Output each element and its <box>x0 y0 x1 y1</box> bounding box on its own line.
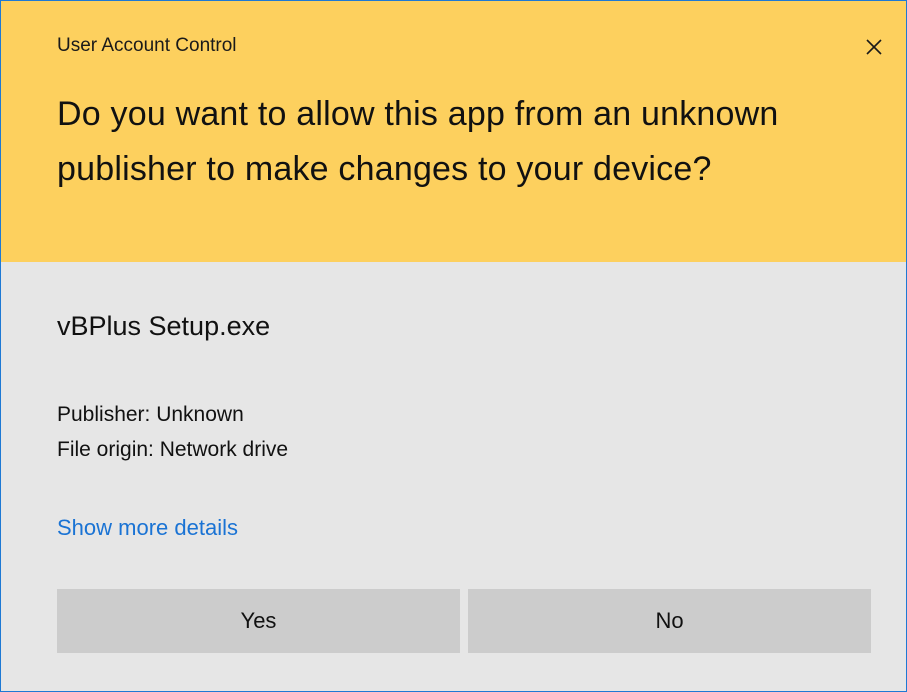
close-button[interactable] <box>856 29 892 65</box>
app-name: vBPlus Setup.exe <box>57 311 271 341</box>
app-meta: Publisher: Unknown File origin: Network … <box>57 397 288 467</box>
file-origin-text: File origin: Network drive <box>57 438 289 461</box>
publisher-text: Publisher: Unknown <box>57 403 244 426</box>
close-icon <box>865 38 883 56</box>
dialog-header: User Account Control Do you want to allo… <box>1 1 906 262</box>
yes-button[interactable]: Yes <box>57 589 460 653</box>
uac-dialog: User Account Control Do you want to allo… <box>0 0 907 692</box>
prompt-question: Do you want to allow this app from an un… <box>57 95 779 188</box>
dialog-title: User Account Control <box>57 35 237 56</box>
show-more-details-link[interactable]: Show more details <box>57 515 238 541</box>
no-button[interactable]: No <box>468 589 871 653</box>
